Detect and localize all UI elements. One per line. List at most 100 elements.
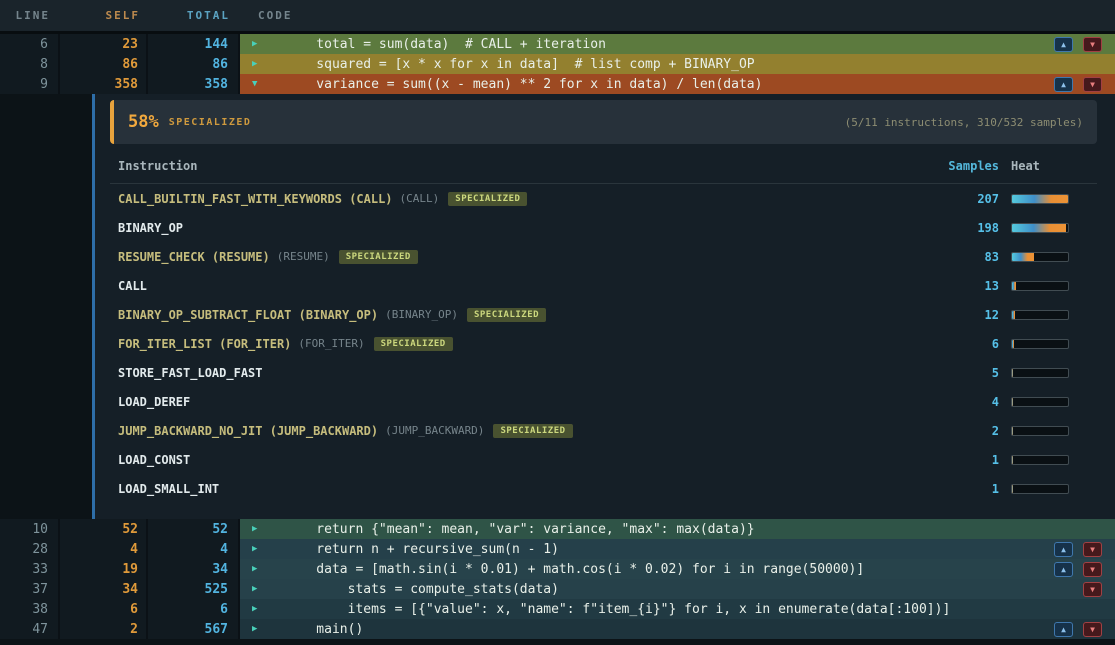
instruction-base-name: (RESUME) [277,250,330,263]
instruction-name-cell: JUMP_BACKWARD_NO_JIT (JUMP_BACKWARD) (JU… [118,424,909,438]
heat-bar-fill [1012,282,1016,290]
self-samples: 2 [60,619,148,639]
expand-toggle-icon[interactable]: ▶ [252,544,266,554]
specialized-label: SPECIALIZED [169,117,252,128]
line-number: 10 [0,519,60,539]
jump-down-button[interactable]: ▼ [1083,562,1102,577]
jump-down-button[interactable]: ▼ [1083,542,1102,557]
code-cell[interactable]: ▶ total = sum(data) # CALL + iteration ▲… [240,34,1115,54]
instruction-row: STORE_FAST_LOAD_FAST 5 [110,358,1097,387]
code-cell[interactable]: ▶ stats = compute_stats(data) ▲ ▼ [240,579,1115,599]
code-text: variance = sum((x - mean) ** 2 for x in … [285,77,762,92]
instruction-samples: 6 [909,337,999,351]
code-cell[interactable]: ▶ data = [math.sin(i * 0.01) + math.cos(… [240,559,1115,579]
code-row: 10 52 52 ▶ return {"mean": mean, "var": … [0,519,1115,539]
code-text: total = sum(data) # CALL + iteration [285,37,606,52]
total-samples: 567 [148,619,240,639]
jump-down-button[interactable]: ▼ [1083,77,1102,92]
total-samples: 4 [148,539,240,559]
heat-bar-fill [1012,427,1013,435]
column-header-self: SELF [60,9,148,22]
instruction-name-cell: LOAD_DEREF [118,395,909,409]
jump-up-button[interactable]: ▲ [1054,542,1073,557]
instruction-row: FOR_ITER_LIST (FOR_ITER) (FOR_ITER) SPEC… [110,329,1097,358]
instruction-row: LOAD_SMALL_INT 1 [110,474,1097,503]
self-samples: 19 [60,559,148,579]
code-cell[interactable]: ▶ squared = [x * x for x in data] # list… [240,54,1115,74]
specialized-badge: SPECIALIZED [493,424,572,438]
instruction-name-cell: RESUME_CHECK (RESUME) (RESUME) SPECIALIZ… [118,250,909,264]
jump-buttons: ▲ ▼ [1054,77,1102,92]
panel-gutter [0,94,92,519]
instruction-row: JUMP_BACKWARD_NO_JIT (JUMP_BACKWARD) (JU… [110,416,1097,445]
jump-buttons: ▲ ▼ [1054,542,1102,557]
specialization-stats: (5/11 instructions, 310/532 samples) [845,116,1083,129]
line-number: 8 [0,54,60,74]
instruction-name: FOR_ITER_LIST (FOR_ITER) [118,337,291,351]
instruction-name: LOAD_CONST [118,453,190,467]
code-text: return {"mean": mean, "var": variance, "… [285,522,755,537]
line-number: 47 [0,619,60,639]
jump-up-button[interactable]: ▲ [1054,562,1073,577]
instruction-row: BINARY_OP_SUBTRACT_FLOAT (BINARY_OP) (BI… [110,300,1097,329]
instruction-name-cell: BINARY_OP_SUBTRACT_FLOAT (BINARY_OP) (BI… [118,308,909,322]
instruction-samples: 4 [909,395,999,409]
column-header-code: CODE [240,9,1115,22]
code-cell[interactable]: ▶ items = [{"value": x, "name": f"item_{… [240,599,1115,619]
heat-bar-fill [1012,224,1066,232]
expand-toggle-icon[interactable]: ▶ [252,39,266,49]
self-samples: 358 [60,74,148,94]
jump-down-button[interactable]: ▼ [1083,37,1102,52]
heat-bar [1011,281,1069,291]
instruction-name-cell: CALL_BUILTIN_FAST_WITH_KEYWORDS (CALL) (… [118,192,909,206]
self-samples: 86 [60,54,148,74]
specialized-badge: SPECIALIZED [467,308,546,322]
code-row: 6 23 144 ▶ total = sum(data) # CALL + it… [0,34,1115,54]
expand-toggle-icon[interactable]: ▶ [252,59,266,69]
line-number: 37 [0,579,60,599]
samples-column-header: Samples [909,159,999,173]
heat-bar-fill [1012,311,1015,319]
instruction-row: CALL 13 [110,271,1097,300]
instruction-base-name: (JUMP_BACKWARD) [385,424,484,437]
line-number: 38 [0,599,60,619]
instruction-row: RESUME_CHECK (RESUME) (RESUME) SPECIALIZ… [110,242,1097,271]
code-cell[interactable]: ▼ variance = sum((x - mean) ** 2 for x i… [240,74,1115,94]
jump-buttons: ▲ ▼ [1054,622,1102,637]
code-cell[interactable]: ▶ return {"mean": mean, "var": variance,… [240,519,1115,539]
code-rows-bottom: 10 52 52 ▶ return {"mean": mean, "var": … [0,519,1115,639]
heat-bar [1011,252,1069,262]
jump-down-button[interactable]: ▼ [1083,582,1102,597]
code-text: main() [285,622,363,637]
line-number: 28 [0,539,60,559]
code-row: 9 358 358 ▼ variance = sum((x - mean) **… [0,74,1115,94]
code-text: data = [math.sin(i * 0.01) + math.cos(i … [285,562,864,577]
expand-toggle-icon[interactable]: ▶ [252,564,266,574]
jump-down-button[interactable]: ▼ [1083,622,1102,637]
code-row: 38 6 6 ▶ items = [{"value": x, "name": f… [0,599,1115,619]
instruction-samples: 2 [909,424,999,438]
instruction-name: BINARY_OP [118,221,183,235]
expand-toggle-icon[interactable]: ▶ [252,624,266,634]
code-text: items = [{"value": x, "name": f"item_{i}… [285,602,950,617]
code-cell[interactable]: ▶ return n + recursive_sum(n - 1) ▲ ▼ [240,539,1115,559]
heat-bar-fill [1012,456,1013,464]
expand-toggle-icon[interactable]: ▶ [252,604,266,614]
jump-buttons: ▲ ▼ [1054,37,1102,52]
instruction-name-cell: FOR_ITER_LIST (FOR_ITER) (FOR_ITER) SPEC… [118,337,909,351]
expand-toggle-icon[interactable]: ▼ [252,79,266,89]
code-cell[interactable]: ▶ main() ▲ ▼ [240,619,1115,639]
specialization-summary: 58% SPECIALIZED (5/11 instructions, 310/… [110,100,1097,144]
instruction-name: BINARY_OP_SUBTRACT_FLOAT (BINARY_OP) [118,308,378,322]
jump-up-button[interactable]: ▲ [1054,37,1073,52]
instruction-base-name: (CALL) [400,192,440,205]
expand-toggle-icon[interactable]: ▶ [252,584,266,594]
heat-bar [1011,310,1069,320]
expand-toggle-icon[interactable]: ▶ [252,524,266,534]
instruction-row: LOAD_CONST 1 [110,445,1097,474]
jump-up-button[interactable]: ▲ [1054,622,1073,637]
jump-up-button[interactable]: ▲ [1054,77,1073,92]
instruction-row: LOAD_DEREF 4 [110,387,1097,416]
code-text: squared = [x * x for x in data] # list c… [285,57,755,72]
heat-bar [1011,426,1069,436]
